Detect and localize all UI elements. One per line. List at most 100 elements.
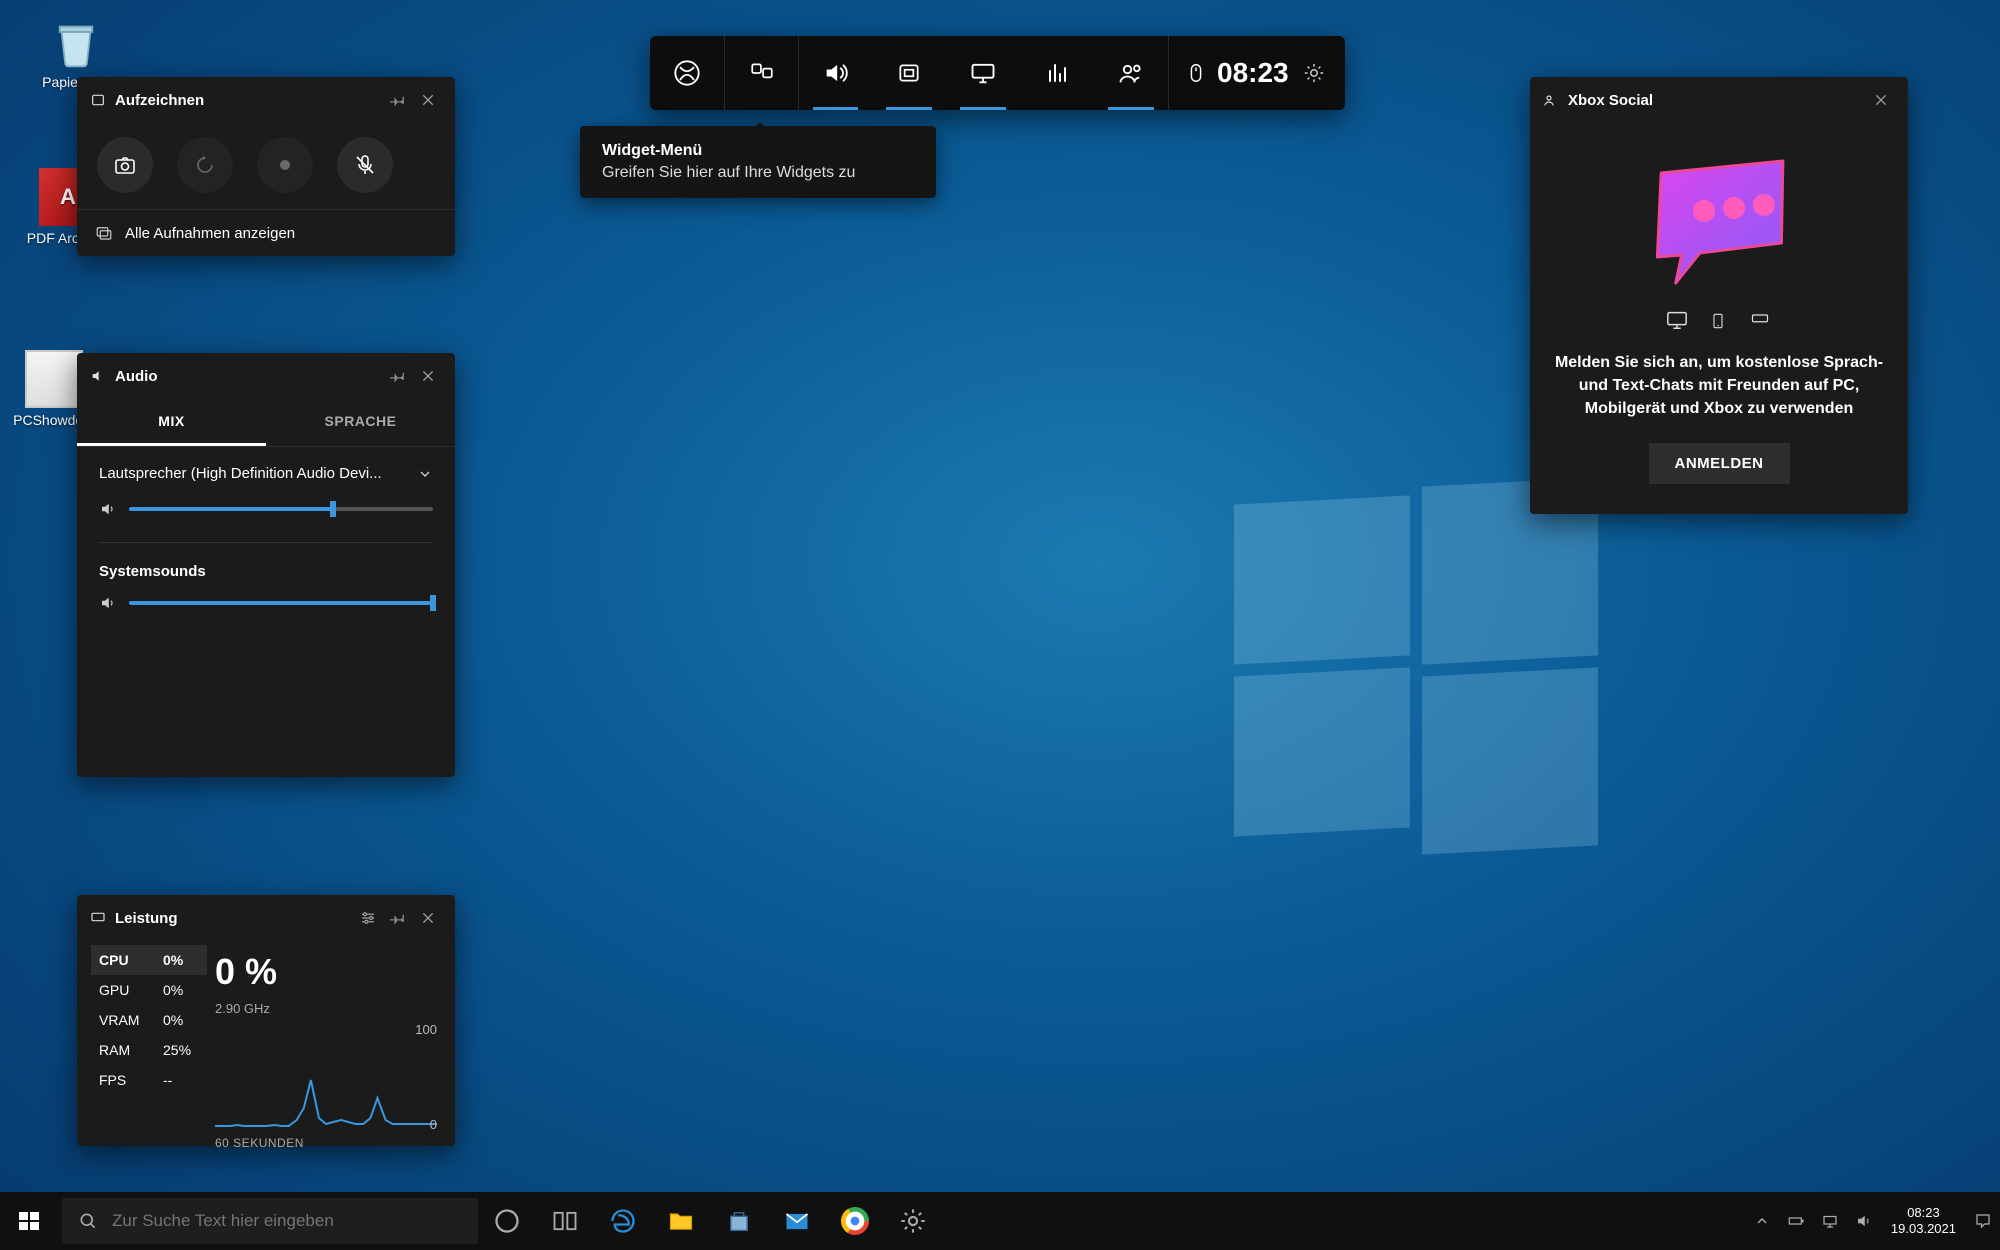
cortana-icon: [493, 1207, 521, 1235]
perf-row-vram[interactable]: VRAM0%: [91, 1005, 207, 1035]
explorer-button[interactable]: [652, 1192, 710, 1250]
pin-button[interactable]: [383, 85, 413, 115]
settings-button[interactable]: [884, 1192, 942, 1250]
capture-button[interactable]: [872, 36, 946, 110]
pin-icon: [390, 368, 406, 384]
pin-icon: [390, 92, 406, 108]
signin-button[interactable]: ANMELDEN: [1649, 443, 1790, 484]
system-tray: 08:23 19.03.2021: [1745, 1192, 2000, 1250]
show-all-captures[interactable]: Alle Aufnahmen anzeigen: [77, 209, 455, 256]
search-input[interactable]: [112, 1211, 462, 1231]
replay-icon: [193, 153, 217, 177]
search-box[interactable]: [62, 1198, 478, 1244]
gear-icon: [899, 1207, 927, 1235]
network-icon: [1821, 1212, 1839, 1230]
bar-chart-icon: [1045, 61, 1069, 85]
toolbar-clock: 08:23: [1217, 57, 1289, 89]
tray-action-center[interactable]: [1966, 1192, 2000, 1250]
system-volume-slider[interactable]: [129, 601, 433, 605]
tray-expand[interactable]: [1745, 1192, 1779, 1250]
screenshot-button[interactable]: [97, 137, 153, 193]
output-device-selector[interactable]: Lautsprecher (High Definition Audio Devi…: [99, 465, 433, 486]
performance-button[interactable]: [946, 36, 1020, 110]
widgets-icon: [749, 60, 775, 86]
toolbar-clock-area: 08:23: [1168, 36, 1345, 110]
tooltip-widget-menu: Widget-Menü Greifen Sie hier auf Ihre Wi…: [580, 126, 936, 198]
mouse-icon: [1185, 60, 1207, 86]
social-button[interactable]: [1094, 36, 1168, 110]
audio-title: Audio: [115, 368, 383, 385]
perf-chart: 100 0 60 SEKUNDEN: [215, 1028, 437, 1128]
notification-icon: [1973, 1212, 1993, 1230]
task-view-icon: [551, 1207, 579, 1235]
resources-button[interactable]: [1020, 36, 1094, 110]
mail-icon: [783, 1207, 811, 1235]
tooltip-title: Widget-Menü: [602, 142, 914, 160]
record-icon: [273, 153, 297, 177]
edge-button[interactable]: [594, 1192, 652, 1250]
mic-off-icon: [353, 153, 377, 177]
close-button[interactable]: [413, 903, 443, 933]
windows-logo: [1234, 482, 1598, 846]
performance-panel: Leistung CPU0% GPU0% VRAM0% RAM25% FPS--…: [77, 895, 455, 1146]
perf-big-percent: 0 %: [215, 951, 437, 993]
perf-metrics-list: CPU0% GPU0% VRAM0% RAM25% FPS--: [77, 941, 207, 1132]
gamebar-toolbar: 08:23: [650, 36, 1345, 110]
perf-row-gpu[interactable]: GPU0%: [91, 975, 207, 1005]
speaker-icon: [1855, 1212, 1873, 1230]
people-icon: [1117, 59, 1145, 87]
volume-icon[interactable]: [99, 500, 117, 518]
close-button[interactable]: [413, 85, 443, 115]
perf-row-fps[interactable]: FPS--: [91, 1065, 207, 1095]
audio-button[interactable]: [798, 36, 872, 110]
record-last-button[interactable]: [177, 137, 233, 193]
tab-mix[interactable]: MIX: [77, 399, 266, 446]
tray-network[interactable]: [1813, 1192, 1847, 1250]
tray-power[interactable]: [1779, 1192, 1813, 1250]
close-button[interactable]: [1866, 85, 1896, 115]
monitor-icon: [969, 59, 997, 87]
close-icon: [420, 368, 436, 384]
mic-toggle-button[interactable]: [337, 137, 393, 193]
taskbar: 08:23 19.03.2021: [0, 1192, 2000, 1250]
social-description: Melden Sie sich an, um kostenlose Sprach…: [1552, 351, 1886, 421]
system-sounds-label: Systemsounds: [99, 563, 433, 580]
capture-icon: [896, 60, 922, 86]
record-button[interactable]: [257, 137, 313, 193]
close-icon: [1873, 92, 1889, 108]
store-button[interactable]: [710, 1192, 768, 1250]
close-icon: [420, 92, 436, 108]
show-all-captures-label: Alle Aufnahmen anzeigen: [125, 225, 295, 242]
store-icon: [725, 1207, 753, 1235]
chrome-button[interactable]: [826, 1192, 884, 1250]
mail-button[interactable]: [768, 1192, 826, 1250]
pin-button[interactable]: [383, 903, 413, 933]
xbox-button[interactable]: [650, 36, 724, 110]
tray-datetime[interactable]: 08:23 19.03.2021: [1881, 1205, 1966, 1236]
widget-menu-button[interactable]: [724, 36, 798, 110]
perf-clock-speed: 2.90 GHz: [215, 1001, 437, 1016]
close-button[interactable]: [413, 361, 443, 391]
volume-icon[interactable]: [99, 594, 117, 612]
edge-icon: [609, 1207, 637, 1235]
recycle-bin-icon: [47, 12, 105, 70]
xbox-icon: [673, 59, 701, 87]
gear-icon: [1303, 62, 1325, 84]
tab-voice[interactable]: SPRACHE: [266, 399, 455, 446]
tooltip-body: Greifen Sie hier auf Ihre Widgets zu: [602, 164, 914, 182]
capture-header-icon: [89, 91, 107, 109]
start-button[interactable]: [0, 1192, 58, 1250]
chrome-icon: [841, 1207, 869, 1235]
performance-header-icon: [89, 909, 107, 927]
device-volume-slider[interactable]: [129, 507, 433, 511]
perf-row-ram[interactable]: RAM25%: [91, 1035, 207, 1065]
chat-illustration: [1634, 153, 1804, 293]
pin-button[interactable]: [383, 361, 413, 391]
timeline-button[interactable]: [536, 1192, 594, 1250]
tray-volume[interactable]: [1847, 1192, 1881, 1250]
pc-icon: [1664, 309, 1690, 331]
task-view-button[interactable]: [478, 1192, 536, 1250]
perf-options-button[interactable]: [353, 903, 383, 933]
perf-row-cpu[interactable]: CPU0%: [91, 945, 207, 975]
settings-button[interactable]: [1299, 58, 1329, 88]
